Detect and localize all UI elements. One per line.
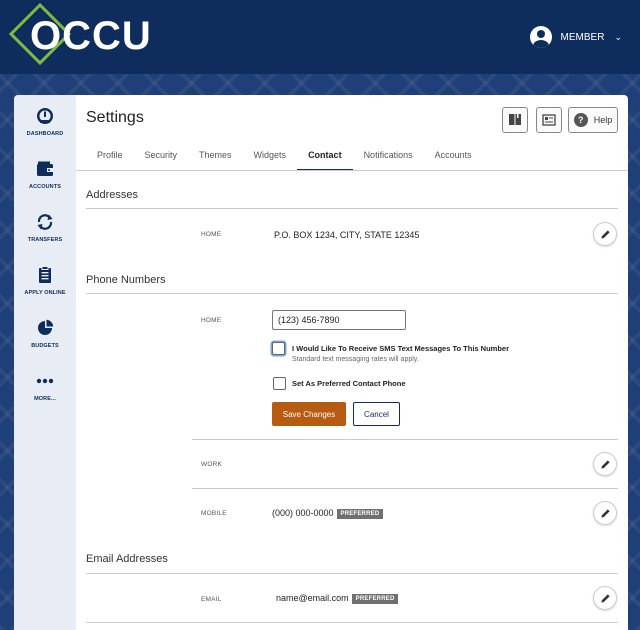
edit-work-phone-button[interactable]: [593, 452, 617, 476]
sidebar-item-transfers[interactable]: TRANSFERS: [14, 213, 76, 243]
help-button[interactable]: ? Help: [568, 107, 618, 133]
pencil-icon: [600, 459, 610, 469]
home-phone-input[interactable]: [272, 310, 406, 330]
occu-logo[interactable]: OCCU: [8, 2, 152, 68]
edit-address-button[interactable]: [593, 222, 617, 246]
divider: [86, 208, 618, 209]
sms-rates-note: Standard text messaging rates will apply…: [292, 356, 419, 363]
sidebar-item-label: APPLY ONLINE: [24, 290, 66, 296]
book-icon: [509, 114, 521, 125]
sidebar-item-accounts[interactable]: ACCOUNTS: [14, 160, 76, 190]
edit-mobile-phone-button[interactable]: [593, 501, 617, 525]
tabs-divider: [76, 170, 628, 171]
phone-numbers-heading: Phone Numbers: [86, 274, 166, 286]
help-label: Help: [593, 115, 613, 125]
member-menu[interactable]: MEMBER ⌄: [529, 26, 622, 48]
sms-checkbox[interactable]: [272, 342, 285, 355]
settings-tabs: Profile Security Themes Widgets Contact …: [86, 143, 483, 171]
top-header: OCCU MEMBER ⌄: [0, 0, 640, 74]
address-home-value: P.O. BOX 1234, CITY, STATE 12345: [274, 230, 420, 240]
pencil-icon: [600, 508, 610, 518]
document-icon: [542, 114, 556, 126]
sidebar-nav: DASHBOARD ACCOUNTS TRANSFERS APPLY ONLIN…: [14, 95, 76, 630]
settings-panel: Settings ? Help Profile Security Themes …: [76, 95, 628, 630]
divider: [86, 573, 618, 574]
tab-contact[interactable]: Contact: [297, 143, 353, 171]
email-label: EMAIL: [201, 596, 222, 603]
preferred-phone-label: Set As Preferred Contact Phone: [292, 379, 406, 388]
sidebar-item-label: DASHBOARD: [26, 131, 64, 137]
sidebar-item-label: MORE...: [34, 396, 56, 402]
addresses-heading: Addresses: [86, 189, 138, 201]
sidebar-item-more[interactable]: MORE...: [14, 372, 76, 402]
phone-mobile-label: MOBILE: [201, 510, 227, 517]
statement-button[interactable]: [536, 107, 562, 133]
divider: [86, 293, 618, 294]
sidebar-item-dashboard[interactable]: DASHBOARD: [14, 107, 76, 137]
tab-notifications[interactable]: Notifications: [353, 143, 424, 171]
address-home-label: HOME: [201, 231, 222, 238]
member-label: MEMBER: [560, 31, 605, 43]
logo-text: OCCU: [30, 14, 152, 58]
edit-email-button[interactable]: [593, 586, 617, 610]
divider: [192, 488, 618, 489]
preferred-phone-checkbox[interactable]: [273, 377, 286, 390]
pie-chart-icon: [38, 319, 54, 335]
book-button[interactable]: [502, 107, 528, 133]
preferred-badge: PREFERRED: [351, 594, 399, 604]
tab-accounts[interactable]: Accounts: [424, 143, 483, 171]
email-value: name@email.com: [276, 593, 349, 603]
email-addresses-heading: Email Addresses: [86, 553, 168, 565]
tab-profile[interactable]: Profile: [86, 143, 134, 171]
sidebar-item-label: BUDGETS: [31, 343, 59, 349]
page-title: Settings: [86, 109, 144, 126]
sidebar-item-apply-online[interactable]: APPLY ONLINE: [14, 266, 76, 296]
divider: [192, 439, 618, 440]
transfer-arrows-icon: [37, 214, 53, 230]
sidebar-item-label: ACCOUNTS: [29, 184, 61, 190]
more-dots-icon: [36, 378, 54, 384]
user-avatar-icon: [529, 26, 552, 48]
tab-security[interactable]: Security: [134, 143, 189, 171]
save-changes-button[interactable]: Save Changes: [272, 402, 346, 426]
cancel-button[interactable]: Cancel: [353, 402, 400, 426]
tab-themes[interactable]: Themes: [188, 143, 243, 171]
email-row: name@email.com PREFERRED: [276, 593, 399, 604]
speedometer-icon: [37, 108, 53, 124]
divider: [86, 622, 618, 623]
sidebar-item-budgets[interactable]: BUDGETS: [14, 319, 76, 349]
chevron-down-icon: ⌄: [614, 31, 622, 42]
preferred-badge: PREFERRED: [336, 509, 384, 519]
mobile-phone-value: (000) 000-0000: [272, 508, 334, 518]
sidebar-item-label: TRANSFERS: [27, 237, 63, 243]
phone-home-label: HOME: [201, 317, 222, 324]
pencil-icon: [600, 229, 610, 239]
wallet-icon: [37, 161, 53, 176]
pencil-icon: [600, 593, 610, 603]
phone-work-label: WORK: [201, 461, 223, 468]
mobile-phone-row: (000) 000-0000 PREFERRED: [272, 508, 384, 519]
question-icon: ?: [573, 113, 588, 127]
clipboard-icon: [39, 266, 51, 283]
sms-checkbox-label: I Would Like To Receive SMS Text Message…: [292, 344, 509, 353]
tab-widgets[interactable]: Widgets: [243, 143, 298, 171]
